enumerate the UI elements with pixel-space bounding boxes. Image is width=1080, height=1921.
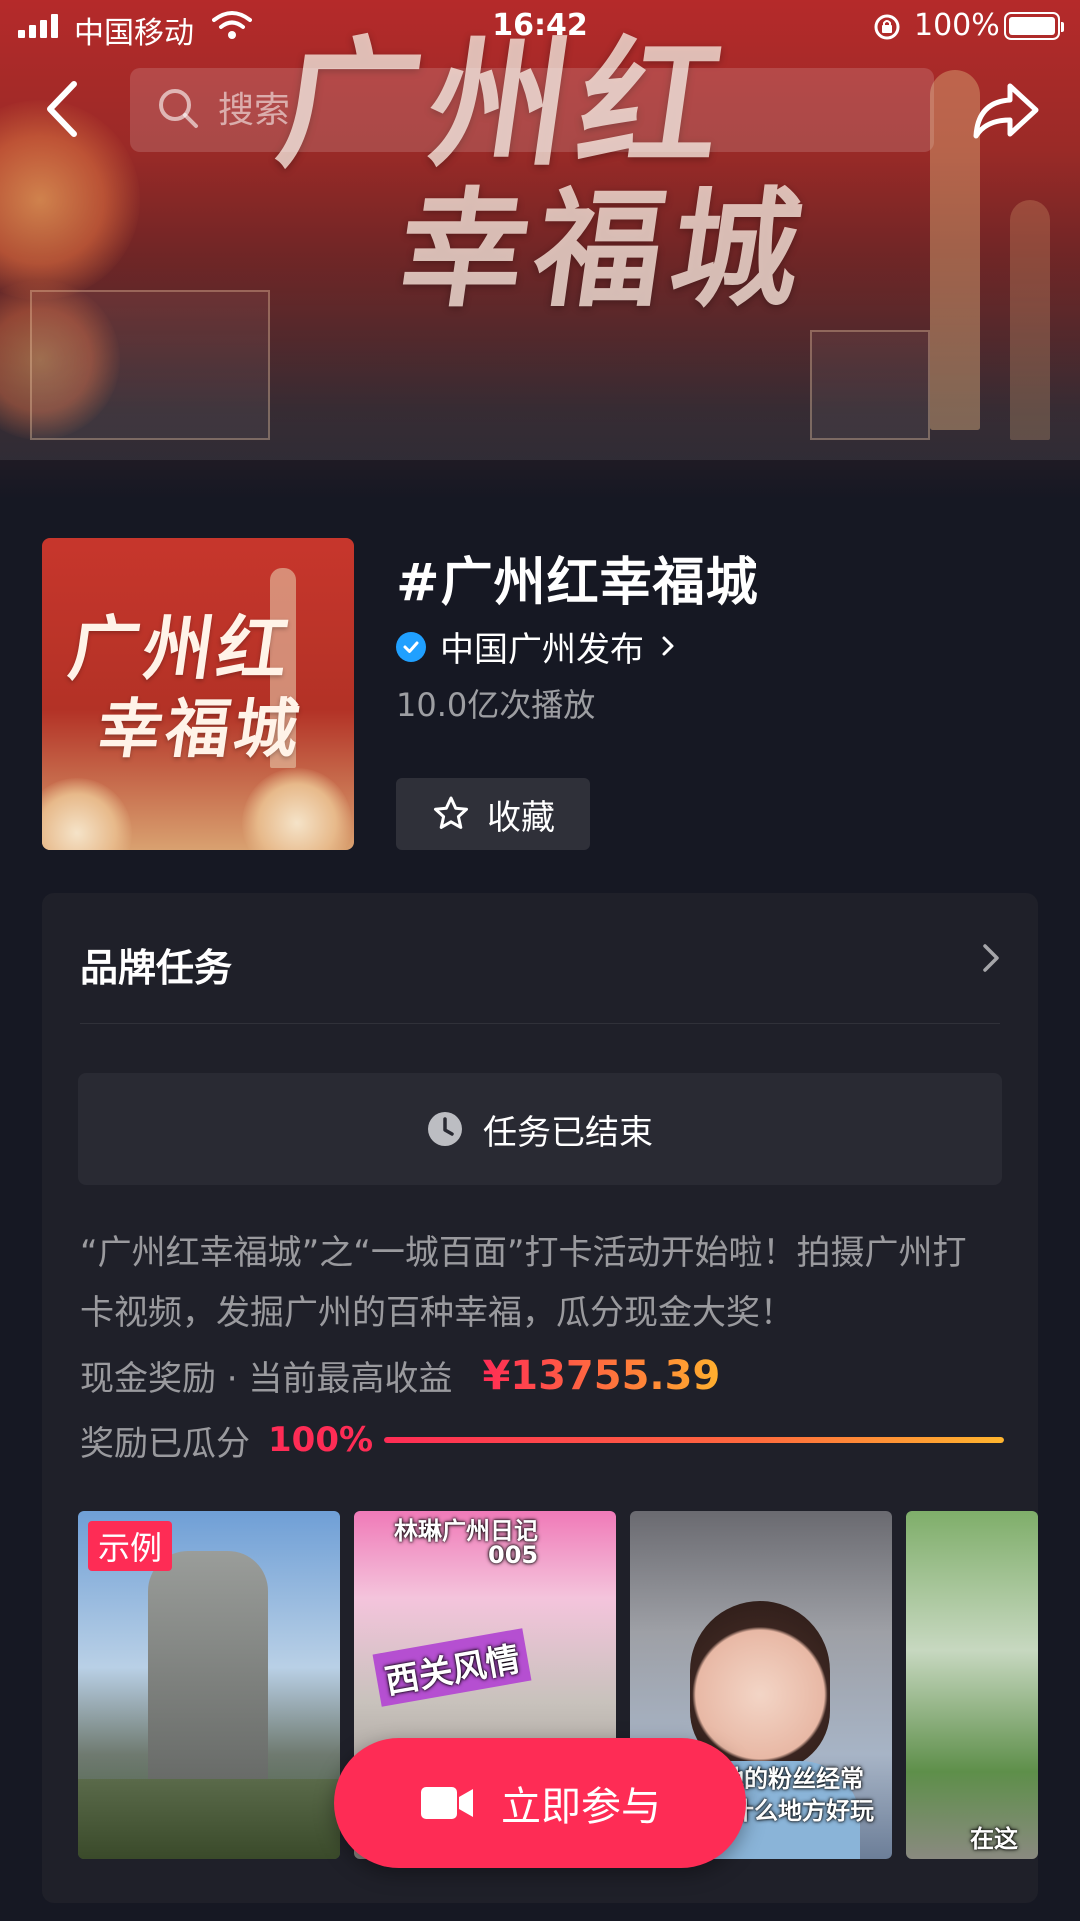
thumb-caption: 005 [488, 1541, 539, 1569]
battery-percent: 100% [914, 8, 1000, 43]
divider [80, 1023, 1000, 1024]
star-icon [434, 796, 468, 829]
task-status-text: 任务已结束 [483, 1112, 653, 1153]
author-name: 中国广州发布 [440, 630, 644, 670]
progress-value: 100% [268, 1420, 374, 1460]
thumb-caption: 西关风情 [372, 1628, 532, 1707]
favorite-label: 收藏 [487, 797, 555, 838]
progress-label: 奖励已瓜分 [80, 1423, 250, 1464]
topic-page: 广州红 幸福城 中国移动 16:42 100% 搜索 广州红 幸福城 #广州红幸… [0, 0, 1080, 1921]
reward-amount: ¥13755.39 [482, 1352, 721, 1399]
progress-bar [384, 1437, 1004, 1443]
share-button[interactable] [970, 80, 1042, 142]
cover-flower-decoration [242, 768, 352, 850]
progress-bar-fill [384, 1437, 1004, 1443]
search-input[interactable] [218, 89, 858, 131]
chevron-left-icon [36, 81, 88, 144]
example-video-thumb[interactable]: 示例 [78, 1511, 340, 1859]
back-button[interactable] [36, 78, 88, 140]
banner-art-title-line2: 幸福城 [389, 175, 819, 325]
chevron-right-icon[interactable] [980, 941, 1002, 979]
topic-author-link[interactable]: 中国广州发布 [396, 622, 676, 671]
example-tag: 示例 [88, 1521, 173, 1571]
orientation-lock-icon [872, 12, 902, 50]
reward-row: 现金奖励 · 当前最高收益 ¥13755.39 [80, 1351, 720, 1400]
thumb-caption: 什么地方好玩 [730, 1797, 874, 1825]
thumb-caption: 在这里 [970, 1825, 1018, 1853]
topic-title: #广州红幸福城 [396, 553, 759, 613]
cover-art-title: 广州红 幸福城 [53, 607, 320, 770]
chevron-right-icon [660, 627, 676, 667]
reward-label: 现金奖励 · 当前最高收益 [80, 1359, 453, 1399]
task-status-box: 任务已结束 [78, 1073, 1002, 1185]
task-description: “广州红幸福城”之“一城百面”打卡活动开始啦！拍摄广州打卡视频，发掘广州的百种幸… [80, 1233, 967, 1333]
cover-art-title-line1: 广州红 [63, 607, 298, 690]
reward-progress: 奖励已瓜分 100% [80, 1415, 1004, 1465]
brand-task-heading[interactable]: 品牌任务 [80, 937, 232, 992]
thumb-ground [78, 1779, 340, 1859]
topic-cover-image: 广州红 幸福城 [42, 538, 354, 850]
favorite-button[interactable]: 收藏 [396, 778, 590, 850]
cover-art-title-line2: 幸福城 [93, 692, 308, 767]
search-icon [156, 86, 200, 134]
battery-icon [1004, 12, 1064, 40]
join-now-button[interactable]: 立即参与 [334, 1738, 746, 1868]
example-video-thumb[interactable]: 在这里 [906, 1511, 1038, 1859]
video-camera-icon [421, 1787, 473, 1819]
search-bar[interactable] [130, 68, 934, 152]
verified-badge-icon [396, 631, 426, 662]
clock-icon [428, 1112, 462, 1146]
share-arrow-icon [970, 83, 1042, 146]
play-count: 10.0亿次播放 [396, 686, 596, 724]
status-bar: 中国移动 16:42 100% [0, 0, 1080, 54]
join-now-label: 立即参与 [501, 1784, 661, 1830]
cover-flower-decoration [42, 778, 132, 850]
